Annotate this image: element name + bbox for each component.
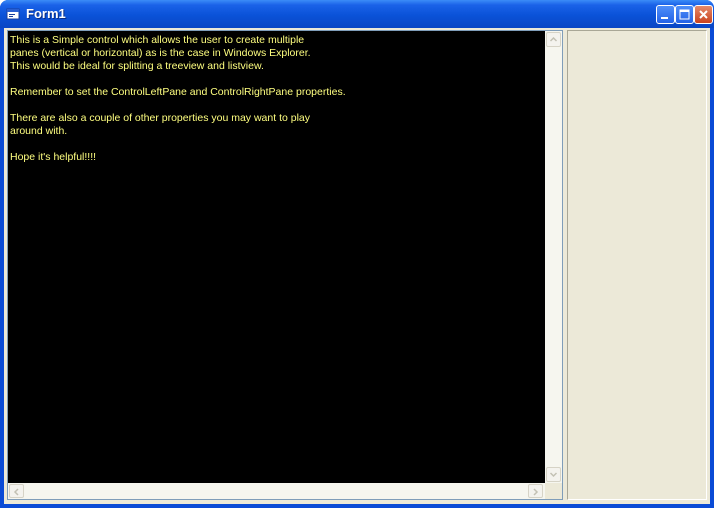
maximize-button[interactable] [675,5,694,24]
minimize-icon [661,17,668,19]
window-title: Form1 [26,6,66,21]
close-button[interactable] [694,5,713,24]
arrow-left-icon [13,488,19,496]
text-line: around with. [10,125,68,137]
text-line: Remember to set the ControlLeftPane and … [10,86,346,98]
arrow-down-icon [549,472,558,478]
right-pane[interactable] [567,30,707,500]
text-line: Hope it's helpful!!!! [10,151,97,163]
minimize-button[interactable] [656,5,675,24]
left-pane-textbox[interactable]: This is a Simple control which allows th… [7,30,563,500]
horizontal-scrollbar[interactable] [8,483,545,499]
vertical-scrollbar[interactable] [545,31,562,483]
vb-form-icon[interactable] [6,7,20,21]
title-bar[interactable]: Form1 [0,0,714,28]
textbox-content[interactable]: This is a Simple control which allows th… [9,32,544,483]
scroll-down-button[interactable] [546,467,561,482]
text-line: panes (vertical or horizontal) as is the… [10,47,311,59]
text-line: There are also a couple of other propert… [10,112,310,124]
scroll-right-button[interactable] [528,484,543,498]
form-client-area: This is a Simple control which allows th… [4,28,710,504]
arrow-up-icon [549,36,558,42]
text-line: This would be ideal for splitting a tree… [10,60,264,72]
arrow-right-icon [533,488,539,496]
close-icon [699,10,708,19]
main-window: Form1 This is a Simple control which all… [0,0,714,508]
maximize-icon [679,9,690,20]
scroll-left-button[interactable] [9,484,24,498]
scrollbar-corner [545,483,562,499]
text-line: This is a Simple control which allows th… [10,34,305,46]
scroll-up-button[interactable] [546,32,561,47]
